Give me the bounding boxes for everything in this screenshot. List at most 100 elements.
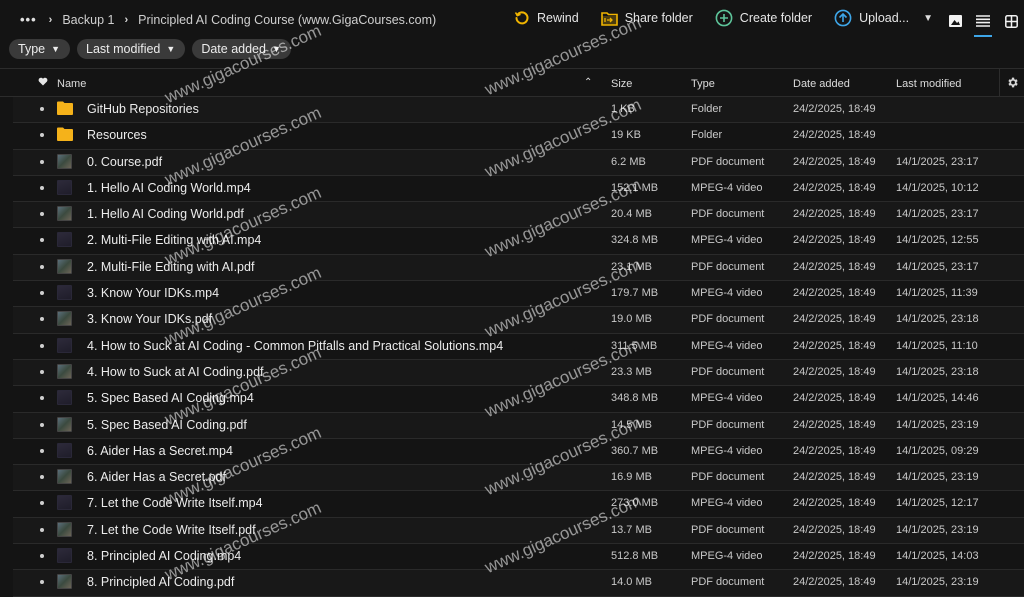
file-size: 311.5 MB xyxy=(611,339,658,352)
file-date-added: 24/2/2025, 18:49 xyxy=(793,550,876,563)
file-type: PDF document xyxy=(691,471,765,484)
file-type: Folder xyxy=(691,103,723,115)
file-name[interactable]: 0. Course.pdf xyxy=(87,155,162,169)
table-row[interactable]: 1. Hello AI Coding World.mp4 152.1 MB MPEG… xyxy=(13,176,1024,203)
sort-ascending-icon[interactable]: ⌃ xyxy=(584,77,592,88)
row-status-dot xyxy=(40,422,44,427)
upload-icon xyxy=(834,9,852,27)
filter-date-added[interactable]: Date added ▼ xyxy=(192,39,291,59)
plus-circle-icon xyxy=(715,9,733,27)
table-row[interactable]: Resources 19 KB Folder 24/2/2025, 18:49 xyxy=(13,123,1024,150)
column-header-date-added[interactable]: Date added xyxy=(793,78,850,90)
breadcrumb-item-current-folder[interactable]: Principled AI Coding Course (www.GigaCou… xyxy=(138,13,436,27)
filter-last-modified[interactable]: Last modified ▼ xyxy=(77,39,186,59)
table-row[interactable]: 7. Let the Code Write Itself.mp4 273.0 MB… xyxy=(13,491,1024,518)
video-thumbnail xyxy=(57,548,72,564)
file-name[interactable]: 8. Principled AI Coding.pdf xyxy=(87,575,234,589)
file-name[interactable]: 4. How to Suck at AI Coding - Common Pit… xyxy=(87,339,503,353)
file-size: 360.7 MB xyxy=(611,444,659,457)
share-folder-button[interactable]: Share folder xyxy=(600,11,693,26)
breadcrumb-overflow-button[interactable]: ••• xyxy=(20,12,37,27)
file-type: MPEG-4 video xyxy=(691,339,763,352)
list-view-button[interactable] xyxy=(972,10,994,37)
table-row[interactable]: 6. Aider Has a Secret.mp4 360.7 MB MPEG-4 … xyxy=(13,439,1024,466)
file-date-added: 24/2/2025, 18:49 xyxy=(793,444,876,457)
file-type: MPEG-4 video xyxy=(691,181,763,194)
share-folder-icon xyxy=(600,11,618,26)
file-name[interactable]: 3. Know Your IDKs.pdf xyxy=(87,312,212,326)
table-row[interactable]: 2. Multi-File Editing with AI.pdf 23.1 MB… xyxy=(13,254,1024,282)
file-size: 19.0 MB xyxy=(611,313,652,326)
table-row[interactable]: 4. How to Suck at AI Coding.pdf 23.3 MB PD… xyxy=(13,359,1024,387)
table-row[interactable]: 8. Principled AI Coding.mp4 512.8 MB MPEG-… xyxy=(13,544,1024,571)
gear-icon xyxy=(1008,77,1018,88)
column-header-last-modified[interactable]: Last modified xyxy=(896,78,961,90)
file-last-modified: 14/1/2025, 23:19 xyxy=(896,576,979,589)
file-name[interactable]: 1. Hello AI Coding World.mp4 xyxy=(87,181,251,195)
file-size: 1 KB xyxy=(611,103,635,115)
create-folder-label: Create folder xyxy=(739,11,813,25)
file-name[interactable]: 5. Spec Based AI Coding.mp4 xyxy=(87,391,254,405)
table-row[interactable]: GitHub Repositories 1 KB Folder 24/2/2025, … xyxy=(13,97,1024,124)
file-name[interactable]: 8. Principled AI Coding.mp4 xyxy=(87,549,241,563)
chevron-down-icon[interactable]: ▼ xyxy=(923,13,933,24)
file-date-added: 24/2/2025, 18:49 xyxy=(793,287,876,300)
table-row[interactable]: 3. Know Your IDKs.pdf 19.0 MB PDF document… xyxy=(13,307,1024,334)
file-name[interactable]: 7. Let the Code Write Itself.mp4 xyxy=(87,496,263,510)
file-last-modified: 14/1/2025, 14:03 xyxy=(896,550,979,563)
column-header-name[interactable]: Name xyxy=(57,78,86,90)
file-name[interactable]: 2. Multi-File Editing with AI.mp4 xyxy=(87,233,261,247)
table-row[interactable]: 3. Know Your IDKs.mp4 179.7 MB MPEG-4 vide… xyxy=(13,281,1024,308)
file-date-added: 24/2/2025, 18:49 xyxy=(793,418,876,431)
table-row[interactable]: 5. Spec Based AI Coding.mp4 348.8 MB MPEG-… xyxy=(13,386,1024,413)
rewind-button[interactable]: Rewind xyxy=(514,10,579,26)
file-size: 6.2 MB xyxy=(611,155,646,168)
table-row[interactable]: 4. How to Suck at AI Coding - Common Pit… xyxy=(13,334,1024,360)
file-name[interactable]: Resources xyxy=(87,128,147,142)
table-row[interactable]: 8. Principled AI Coding.pdf 14.0 MB PDF do… xyxy=(13,570,1024,597)
file-date-added: 24/2/2025, 18:49 xyxy=(793,129,876,142)
create-folder-button[interactable]: Create folder xyxy=(715,9,812,27)
file-last-modified: 14/1/2025, 23:19 xyxy=(896,471,979,484)
table-row[interactable]: 2. Multi-File Editing with AI.mp4 324.8 M… xyxy=(13,228,1024,255)
file-name[interactable]: 6. Aider Has a Secret.pdf xyxy=(87,470,226,484)
file-last-modified: 14/1/2025, 23:17 xyxy=(896,208,979,221)
file-type: PDF document xyxy=(691,313,765,326)
file-name[interactable]: 2. Multi-File Editing with AI.pdf xyxy=(87,260,254,274)
upload-button[interactable]: Upload... ▼ xyxy=(834,9,933,27)
table-body: GitHub Repositories 1 KB Folder 24/2/2025, … xyxy=(0,97,1024,597)
file-type: PDF document xyxy=(691,576,765,589)
column-header-type[interactable]: Type xyxy=(691,78,715,90)
table-row[interactable]: 1. Hello AI Coding World.pdf 20.4 MB PDF d… xyxy=(13,202,1024,229)
grid-view-button[interactable] xyxy=(1000,10,1022,32)
file-name[interactable]: 1. Hello AI Coding World.pdf xyxy=(87,207,244,221)
file-name[interactable]: 4. How to Suck at AI Coding.pdf xyxy=(87,365,264,379)
table-row[interactable]: 0. Course.pdf 6.2 MB PDF document 24/2/2025… xyxy=(13,149,1024,176)
breadcrumb-item-backup[interactable]: Backup 1 xyxy=(62,13,114,27)
file-date-added: 24/2/2025, 18:49 xyxy=(793,392,876,405)
file-last-modified: 14/1/2025, 10:12 xyxy=(896,181,979,194)
file-type: Folder xyxy=(691,129,723,142)
view-mode-switcher xyxy=(944,10,1024,37)
file-name[interactable]: 3. Know Your IDKs.mp4 xyxy=(87,286,219,300)
favorite-heart-icon[interactable] xyxy=(38,77,48,89)
file-name[interactable]: 7. Let the Code Write Itself.pdf xyxy=(87,523,256,537)
file-name[interactable]: 5. Spec Based AI Coding.pdf xyxy=(87,418,247,432)
chevron-down-icon: ▼ xyxy=(271,44,281,54)
table-row[interactable]: 7. Let the Code Write Itself.pdf 13.7 MB P… xyxy=(13,517,1024,545)
column-header-size[interactable]: Size xyxy=(611,78,632,90)
file-type: PDF document xyxy=(691,208,765,221)
file-date-added: 24/2/2025, 18:49 xyxy=(793,576,876,589)
table-row[interactable]: 5. Spec Based AI Coding.pdf 14.5 MB PDF do… xyxy=(13,412,1024,439)
photos-view-button[interactable] xyxy=(944,10,966,32)
column-settings-button[interactable] xyxy=(999,69,1024,96)
row-status-dot xyxy=(40,396,44,401)
filter-bar: Type ▼ Last modified ▼ Date added ▼ xyxy=(9,39,298,59)
filter-type[interactable]: Type ▼ xyxy=(9,39,71,59)
file-name[interactable]: 6. Aider Has a Secret.mp4 xyxy=(87,444,233,458)
table-row[interactable]: 6. Aider Has a Secret.pdf 16.9 MB PDF docu… xyxy=(13,465,1024,492)
photos-view-icon xyxy=(948,15,962,27)
row-status-dot xyxy=(40,554,44,559)
file-size: 324.8 MB xyxy=(611,234,659,247)
file-name[interactable]: GitHub Repositories xyxy=(87,102,199,116)
